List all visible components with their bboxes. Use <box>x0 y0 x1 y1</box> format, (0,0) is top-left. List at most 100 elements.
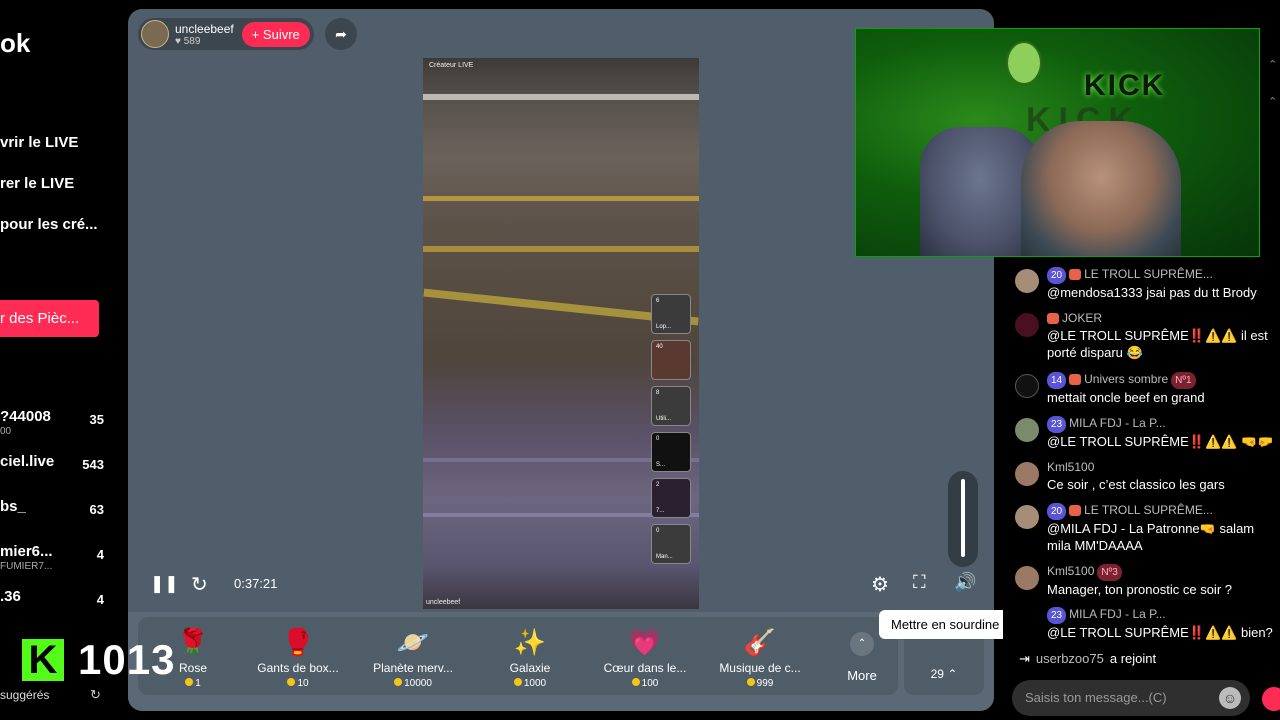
video-watermark: Créateur LIVE <box>429 62 474 69</box>
guest-label: Utili... <box>656 416 671 422</box>
account-subtitle: FUMIER7... <box>0 561 53 572</box>
kick-viewer-count: 1013 <box>78 636 176 683</box>
avatar[interactable] <box>1015 462 1039 486</box>
gift-price: 10 <box>243 678 353 689</box>
tiktok-logo[interactable]: ok <box>0 28 30 59</box>
volume-icon[interactable]: 🔊 <box>954 572 976 593</box>
kick-viewer-overlay: K 1013 <box>22 636 175 684</box>
refresh-icon[interactable]: ↻ <box>90 687 101 703</box>
gift-name: Planète merv... <box>373 661 453 675</box>
gift-music[interactable]: 🎸 Musique de c... 999 <box>705 627 815 689</box>
gift-planet[interactable]: 🪐 Planète merv... 10000 <box>358 627 468 689</box>
volume-level <box>961 479 965 557</box>
coin-icon <box>631 678 640 686</box>
account-subtitle: 00 <box>0 426 12 437</box>
joined-text: a rejoint <box>1109 651 1157 666</box>
reload-icon[interactable]: ↻ <box>191 572 208 597</box>
followed-account[interactable]: .36 4 <box>0 588 110 624</box>
chevron-icon[interactable]: ⌃ <box>1268 95 1277 108</box>
share-icon[interactable]: ➦ <box>325 18 357 50</box>
guest-thumb[interactable]: 0 S... <box>651 432 691 472</box>
message-header: 23 MILA FDJ - La P... <box>1047 606 1277 624</box>
fullscreen-icon[interactable]: ⛶ <box>913 572 926 593</box>
followed-account[interactable]: mier6... FUMIER7... 4 <box>0 543 110 579</box>
host-card[interactable]: uncleebeef ♥ 589 + Suivre <box>138 18 314 50</box>
username[interactable]: JOKER <box>1062 311 1102 325</box>
gift-name: Galaxie <box>509 661 551 675</box>
guest-thumb[interactable]: 2 7... <box>651 478 691 518</box>
gift-galaxy[interactable]: ✨ Galaxie 1000 <box>475 627 585 689</box>
chevron-up-icon[interactable]: ⌃ <box>1268 58 1277 71</box>
gift-bar: 🌹 Rose 1 🥊 Gants de box... 10 🪐 Planète … <box>128 612 994 711</box>
username[interactable]: MILA FDJ - La P... <box>1069 416 1165 430</box>
guest-thumb[interactable]: 40 <box>651 340 691 380</box>
username[interactable]: LE TROLL SUPRÊME... <box>1084 267 1213 281</box>
message-header: 20 LE TROLL SUPRÊME... <box>1047 502 1277 520</box>
followed-account[interactable]: bs_ 63 <box>0 498 110 534</box>
followed-account[interactable]: ciel.live 543 <box>0 453 110 489</box>
fan-badge-icon <box>1069 505 1082 517</box>
avatar[interactable] <box>1015 374 1039 398</box>
menu-item-open-live[interactable]: vrir le LIVE <box>0 134 78 151</box>
gift-boxing-gloves[interactable]: 🥊 Gants de box... 10 <box>243 627 353 689</box>
guest-label: Man... <box>656 554 673 560</box>
treasure-count-value: 29 <box>930 667 944 681</box>
pause-icon[interactable]: ❚❚ <box>150 574 179 594</box>
joined-username[interactable]: userbzoo75 <box>1036 651 1104 666</box>
stream-time: 0:37:21 <box>234 576 278 591</box>
chat-panel: 20 LE TROLL SUPRÊME... @mendosa1333 jsai … <box>1003 262 1280 672</box>
screen: ok vrir le LIVE rer le LIVE pour les cré… <box>0 0 1280 720</box>
host-name[interactable]: uncleebeef <box>175 22 234 36</box>
gift-price: 100 <box>590 678 700 689</box>
avatar[interactable] <box>1015 269 1039 293</box>
join-notice: ⇥ userbzoo75 a rejoint <box>1019 651 1156 667</box>
message-text: @LE TROLL SUPRÊME‼️⚠️⚠️ il est porté dis… <box>1047 328 1268 360</box>
follow-button[interactable]: + Suivre <box>241 21 310 47</box>
kick-neon-sign: KICK <box>1084 69 1166 102</box>
guest-thumb[interactable]: 8 Utili... <box>651 386 691 426</box>
kick-logo-icon: K <box>22 639 64 681</box>
coin-icon <box>513 678 522 686</box>
guest-thumb[interactable]: 0 Man... <box>651 524 691 564</box>
viewer-count: 35 <box>89 412 104 427</box>
avatar[interactable] <box>1015 566 1039 590</box>
settings-icon[interactable]: ⚙ <box>871 572 889 597</box>
level-badge: 20 <box>1047 503 1067 520</box>
menu-item-creators[interactable]: pour les cré... <box>0 216 98 233</box>
followed-account[interactable]: ?44008 00 35 <box>0 408 110 444</box>
emoji-icon[interactable]: ☺ <box>1219 687 1241 709</box>
username[interactable]: Kml5100 <box>1047 564 1094 578</box>
message-text: Manager, ton pronostic ce soir ? <box>1047 582 1232 597</box>
username[interactable]: Kml5100 <box>1047 460 1094 474</box>
message-text: Ce soir , c’est classico les gars <box>1047 477 1225 492</box>
like-heart-icon[interactable] <box>1262 687 1280 711</box>
message-text: @MILA FDJ - La Patronne🤜 salam mila MM'D… <box>1047 521 1255 553</box>
username[interactable]: MILA FDJ - La P... <box>1069 607 1165 621</box>
level-badge: 14 <box>1047 372 1067 389</box>
fan-badge-icon <box>1069 269 1082 281</box>
guest-count: 2 <box>656 482 660 488</box>
username[interactable]: LE TROLL SUPRÊME... <box>1084 503 1213 517</box>
guest-count: 8 <box>656 390 660 396</box>
more-label: More <box>847 668 877 683</box>
gift-heart[interactable]: 💗 Cœur dans le... 100 <box>590 627 700 689</box>
volume-slider[interactable] <box>948 471 978 567</box>
host-avatar[interactable] <box>141 20 169 48</box>
guest-thumb[interactable]: 6 Lop... <box>651 294 691 334</box>
more-gifts-button[interactable]: ⌃ More <box>832 632 892 683</box>
menu-item-record-live[interactable]: rer le LIVE <box>0 175 74 192</box>
chat-input[interactable]: Saisis ton message...(C) <box>1012 680 1250 716</box>
mascot-logo <box>1006 41 1042 85</box>
account-name: ?44008 <box>0 408 51 425</box>
gift-price: 999 <box>705 678 815 689</box>
username[interactable]: Univers sombre <box>1084 372 1168 386</box>
message-text: @LE TROLL SUPRÊME‼️⚠️⚠️ bien? <box>1047 625 1273 640</box>
avatar[interactable] <box>1015 313 1039 337</box>
gloves-icon: 🥊 <box>281 627 315 657</box>
avatar[interactable] <box>1015 418 1039 442</box>
gift-price-value: 999 <box>756 678 774 689</box>
chat-message: 23 MILA FDJ - La P... @LE TROLL SUPRÊME‼️… <box>1015 415 1277 450</box>
chat-message: 20 LE TROLL SUPRÊME... @MILA FDJ - La Pat… <box>1015 502 1277 554</box>
get-coins-button[interactable]: r des Pièc... <box>0 300 99 337</box>
avatar[interactable] <box>1015 505 1039 529</box>
